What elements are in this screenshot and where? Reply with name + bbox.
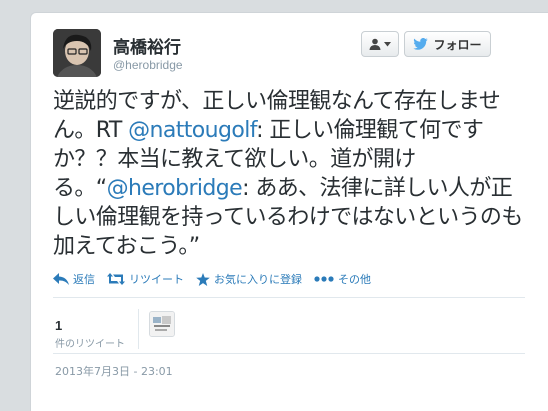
caret-down-icon bbox=[384, 41, 391, 46]
follow-label: フォロー bbox=[433, 37, 482, 52]
favorite-label: お気に入りに登録 bbox=[214, 273, 302, 286]
retweet-count-label: 件のリツイート bbox=[55, 339, 125, 350]
avatar-photo-icon bbox=[53, 29, 101, 77]
stats-separator bbox=[138, 309, 139, 349]
divider bbox=[53, 297, 525, 298]
follow-button[interactable]: フォロー bbox=[404, 31, 491, 57]
tweet-timestamp[interactable]: 2013年7月3日 - 23:01 bbox=[55, 363, 173, 379]
more-dots-icon bbox=[314, 276, 334, 282]
retweet-icon bbox=[107, 273, 125, 285]
reply-icon bbox=[53, 273, 69, 285]
retweeter-avatar-icon bbox=[150, 312, 174, 336]
user-handle[interactable]: @herobridge bbox=[113, 58, 183, 72]
tweet-actions: 返信 リツイート お気に入りに登録 その他 bbox=[53, 271, 371, 287]
reply-button[interactable]: 返信 bbox=[53, 271, 95, 287]
more-label: その他 bbox=[338, 273, 371, 286]
retweeter-avatar[interactable] bbox=[149, 311, 175, 337]
retweet-label: リツイート bbox=[129, 273, 184, 286]
user-avatar[interactable] bbox=[53, 29, 101, 77]
user-dropdown-button[interactable] bbox=[361, 31, 399, 57]
mention-link[interactable]: @herobridge bbox=[107, 176, 243, 201]
reply-label: 返信 bbox=[73, 273, 95, 286]
tweet-text: 逆説的ですが、正しい倫理観なんて存在しません。RT @nattougolf: 正… bbox=[53, 87, 523, 261]
mention-link[interactable]: @nattougolf bbox=[128, 118, 257, 143]
more-button[interactable]: その他 bbox=[314, 271, 371, 287]
display-name[interactable]: 高橋裕行 bbox=[113, 33, 181, 58]
star-icon bbox=[196, 272, 210, 286]
favorite-button[interactable]: お気に入りに登録 bbox=[196, 271, 302, 287]
tweet-card: 高橋裕行 @herobridge フォロー 逆説的ですが、正しい倫理観なんて存在… bbox=[30, 12, 548, 411]
twitter-bird-icon bbox=[413, 38, 429, 50]
retweet-button[interactable]: リツイート bbox=[107, 271, 184, 287]
divider bbox=[53, 353, 525, 354]
person-icon bbox=[369, 38, 381, 50]
retweet-count[interactable]: 1 bbox=[55, 318, 62, 333]
